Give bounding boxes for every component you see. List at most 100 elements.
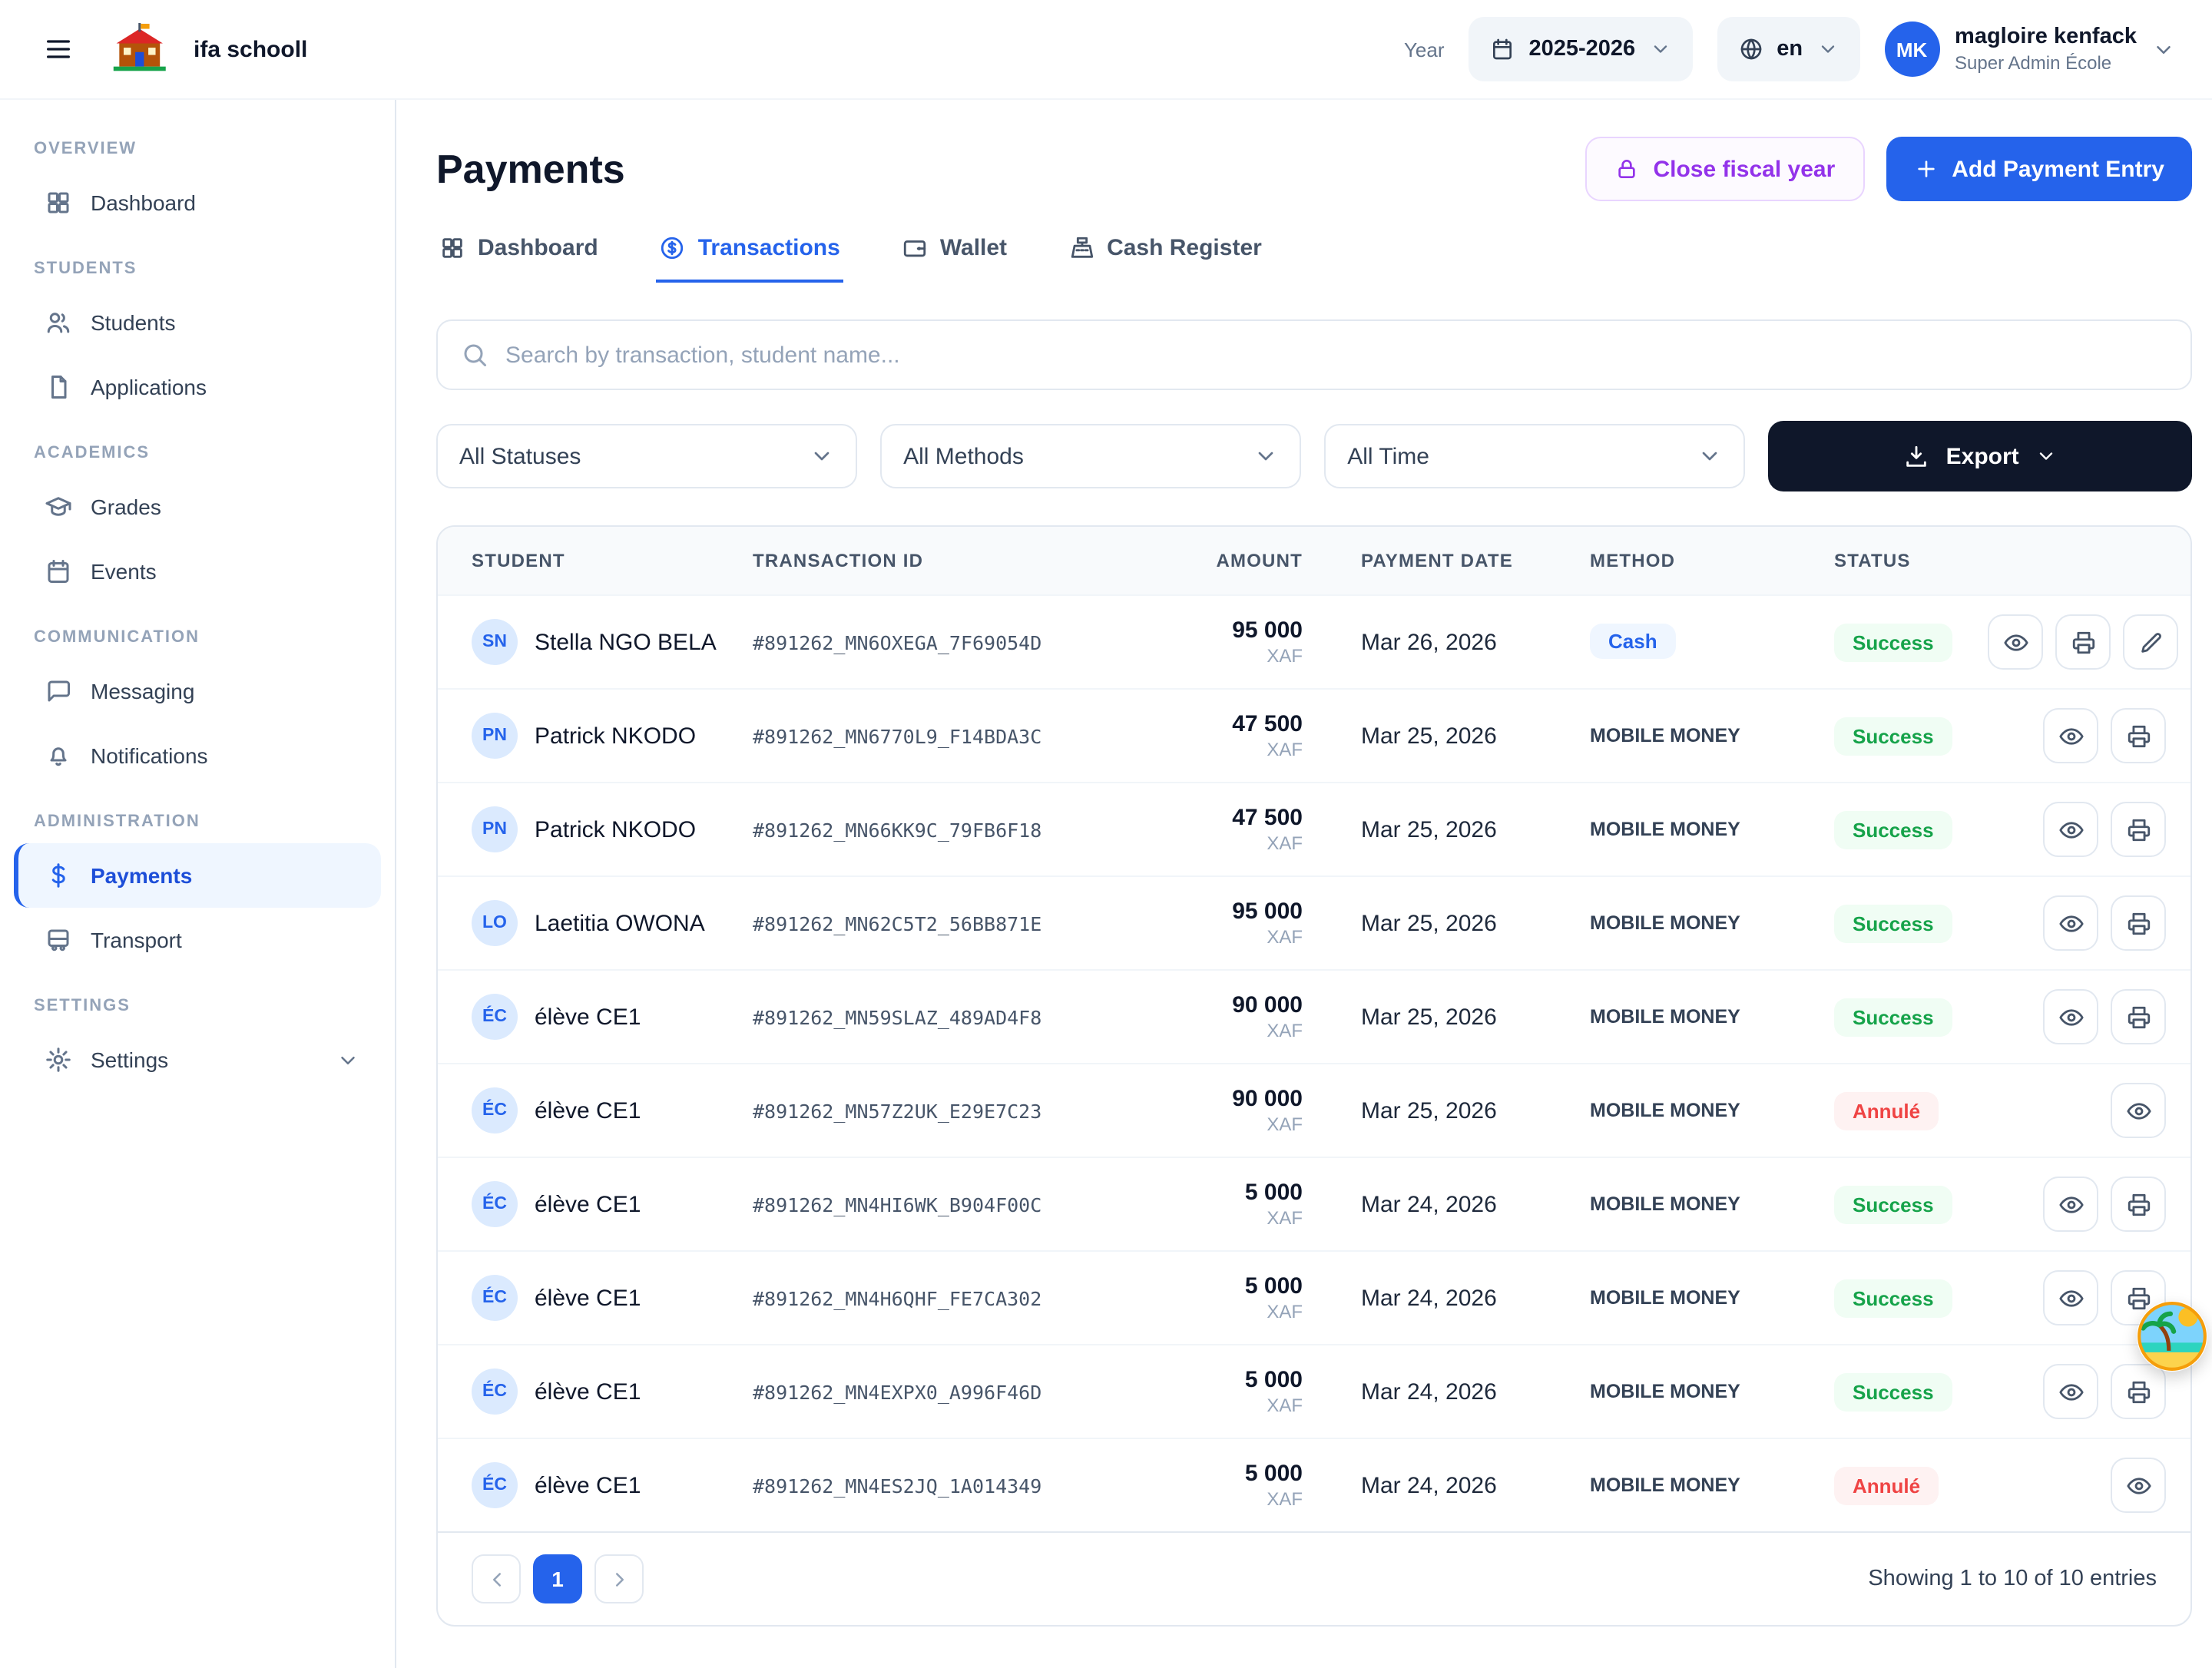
print-button[interactable] [2111,708,2166,763]
search-input[interactable] [505,342,2167,368]
table-row: SN Stella NGO BELA #891262_MN6OXEGA_7F69… [438,594,2190,688]
sidebar-item-label: Events [91,559,157,584]
student-avatar: PN [472,713,518,759]
sidebar-section-settings: SETTINGS [0,972,395,1028]
printer-icon [2125,910,2151,936]
amount-value: 90 000 [1118,1086,1303,1112]
bus-icon [45,926,72,954]
next-page-button[interactable] [594,1554,644,1603]
wallet-icon [902,235,928,261]
user-menu[interactable]: MK magloire kenfack Super Admin École [1884,22,2175,77]
print-button[interactable] [2111,895,2166,951]
student-name: élève CE1 [535,1285,641,1311]
printer-icon [2125,1191,2151,1217]
status-badge: Success [1834,904,1952,942]
tab-dashboard[interactable]: Dashboard [436,229,601,283]
top-header: ifa schooll Year 2025-2026 en MK magloir… [0,0,2212,100]
chevron-down-icon [336,1048,359,1071]
column-header-status: STATUS [1834,550,1988,571]
eye-icon [2058,1004,2084,1030]
file-icon [45,373,72,401]
view-button[interactable] [2043,895,2098,951]
payment-date: Mar 25, 2026 [1361,1097,1590,1124]
sidebar-item-applications[interactable]: Applications [14,355,381,419]
view-button[interactable] [2043,989,2098,1044]
table-footer: 1 Showing 1 to 10 of 10 entries [438,1531,2190,1625]
chevron-down-icon [2036,445,2058,467]
payment-method: MOBILE MONEY [1590,1006,1740,1028]
status-badge: Success [1834,623,1952,661]
sidebar-item-payments[interactable]: Payments [14,843,381,908]
year-label: Year [1404,38,1445,61]
status-filter[interactable]: All Statuses [436,424,857,488]
sidebar-item-label: Payments [91,863,192,888]
amount-value: 95 000 [1118,617,1303,644]
sidebar-item-notifications[interactable]: Notifications [14,723,381,788]
view-button[interactable] [2111,1458,2166,1513]
student-avatar: ÉC [472,1275,518,1321]
amount-currency: XAF [1118,1207,1303,1229]
payment-method: Cash [1590,624,1676,659]
page-title: Payments [436,145,625,193]
view-button[interactable] [2043,802,2098,857]
print-button[interactable] [2111,1177,2166,1232]
sidebar-item-events[interactable]: Events [14,539,381,604]
page-1-button[interactable]: 1 [533,1554,582,1603]
menu-button[interactable] [31,22,86,77]
export-label: Export [1946,443,2019,469]
close-fiscal-year-button[interactable]: Close fiscal year [1585,137,1864,201]
payment-method: MOBILE MONEY [1590,725,1740,746]
add-payment-entry-button[interactable]: Add Payment Entry [1886,137,2192,201]
student-name: élève CE1 [535,1472,641,1498]
view-button[interactable] [2043,708,2098,763]
sidebar-item-settings[interactable]: Settings [14,1028,381,1092]
print-button[interactable] [2055,614,2111,670]
tabs: Dashboard Transactions Wallet Cash Regis… [436,229,2192,283]
view-button[interactable] [2111,1083,2166,1138]
print-button[interactable] [2111,802,2166,857]
eye-icon [2002,629,2028,655]
table-row: ÉC élève CE1 #891262_MN57Z2UK_E29E7C23 9… [438,1063,2190,1157]
sidebar-item-transport[interactable]: Transport [14,908,381,972]
print-button[interactable] [2111,1364,2166,1419]
method-filter[interactable]: All Methods [880,424,1301,488]
payment-method: MOBILE MONEY [1590,1100,1740,1121]
student-avatar: ÉC [472,1462,518,1508]
view-button[interactable] [2043,1270,2098,1325]
sidebar-item-grades[interactable]: Grades [14,475,381,539]
time-filter[interactable]: All Time [1324,424,1745,488]
print-button[interactable] [2111,989,2166,1044]
sidebar-section-academics: ACADEMICS [0,419,395,475]
close-fiscal-year-label: Close fiscal year [1653,156,1835,182]
sidebar-item-dashboard[interactable]: Dashboard [14,170,381,235]
sidebar-item-messaging[interactable]: Messaging [14,659,381,723]
prev-page-button[interactable] [472,1554,521,1603]
sidebar-item-students[interactable]: Students [14,290,381,355]
sidebar-section-overview: OVERVIEW [0,115,395,170]
chevron-left-icon [485,1567,508,1590]
view-button[interactable] [2043,1364,2098,1419]
view-button[interactable] [1988,614,2043,670]
student-name: Patrick NKODO [535,723,696,749]
edit-button[interactable] [2123,614,2178,670]
student-avatar: SN [472,619,518,665]
export-button[interactable]: Export [1768,421,2192,491]
lock-icon [1614,157,1639,181]
select-value: All Methods [903,443,1024,469]
row-actions [1988,989,2190,1044]
tab-transactions[interactable]: Transactions [657,229,843,283]
table-row: PN Patrick NKODO #891262_MN66KK9C_79FB6F… [438,782,2190,875]
tab-wallet[interactable]: Wallet [899,229,1010,283]
transaction-id: #891262_MN66KK9C_79FB6F18 [753,818,1118,841]
transaction-id: #891262_MN6770L9_F14BDA3C [753,724,1118,747]
tab-cash-register[interactable]: Cash Register [1065,229,1265,283]
amount-value: 5 000 [1118,1180,1303,1206]
status-badge: Success [1834,1279,1952,1317]
floating-island-button[interactable] [2137,1301,2207,1372]
language-selector[interactable]: en [1717,17,1859,81]
status-badge: Success [1834,1185,1952,1223]
payment-method: MOBILE MONEY [1590,1381,1740,1402]
view-button[interactable] [2043,1177,2098,1232]
student-avatar: PN [472,806,518,852]
year-selector[interactable]: 2025-2026 [1469,17,1693,81]
